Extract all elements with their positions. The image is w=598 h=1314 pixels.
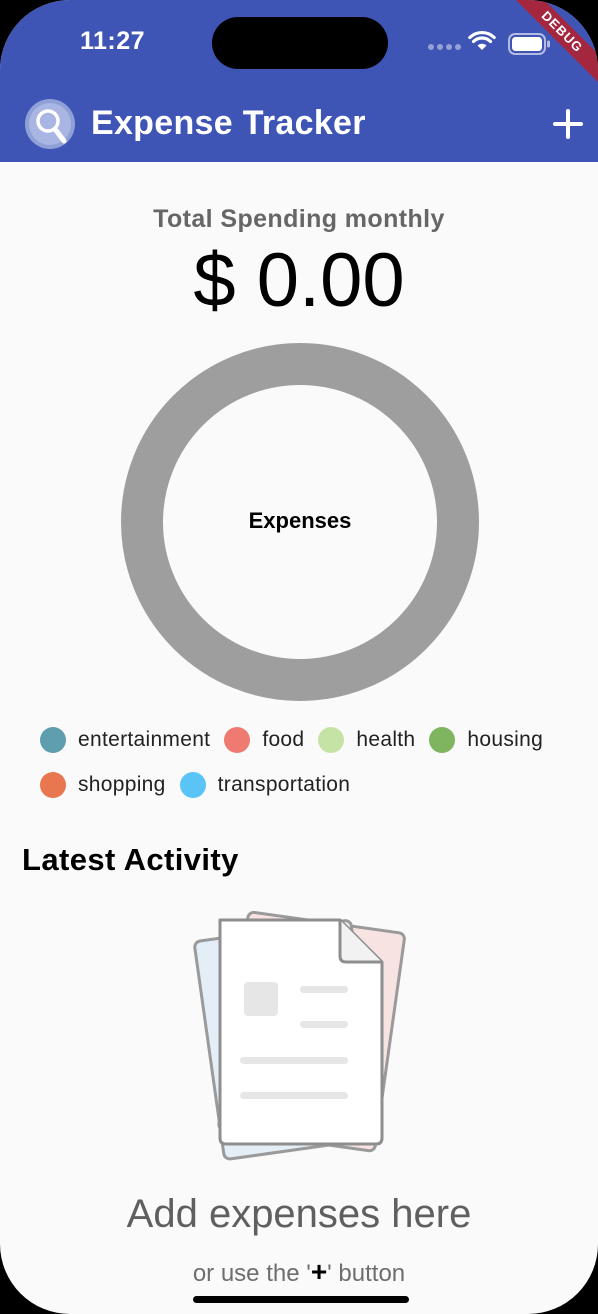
legend-dot — [179, 772, 206, 798]
latest-activity-title: Latest Activity — [22, 842, 239, 877]
legend-dot — [40, 727, 66, 753]
chart-legend-row: entertainment food health housing — [40, 727, 557, 753]
dynamic-island — [212, 17, 388, 69]
cellular-signal-icon — [428, 44, 461, 50]
legend-dot — [40, 772, 66, 798]
legend-label: shopping — [78, 773, 166, 796]
total-spending-value: $ 0.00 — [193, 238, 405, 323]
total-spending-label: Total Spending monthly — [153, 205, 445, 233]
legend-item-transportation: transportation — [179, 772, 351, 798]
wifi-icon — [468, 30, 496, 50]
legend-item-entertainment: entertainment — [40, 727, 210, 753]
app-bar: 11:27 DEBUG Expense Tracker — [0, 0, 598, 162]
legend-label: health — [356, 728, 416, 751]
battery-icon — [508, 33, 550, 55]
chart-legend-row: shopping transportation — [40, 772, 364, 798]
empty-state-title: Add expenses here — [126, 1192, 472, 1236]
legend-item-shopping: shopping — [40, 772, 166, 798]
legend-dot — [429, 727, 456, 753]
status-time: 11:27 — [80, 27, 146, 55]
legend-label: housing — [467, 728, 544, 751]
plus-icon: + — [310, 1256, 328, 1287]
legend-item-housing: housing — [429, 727, 543, 753]
empty-subtitle-prefix: or use the ' — [192, 1260, 311, 1287]
legend-dot — [318, 727, 345, 753]
legend-label: transportation — [217, 773, 351, 796]
empty-state-subtitle: or use the '+' button — [0, 1256, 598, 1288]
legend-item-food: food — [224, 727, 304, 753]
legend-label: food — [262, 728, 305, 751]
documents-icon — [193, 910, 406, 1161]
magnifier-icon — [25, 99, 75, 149]
legend-dot — [224, 727, 251, 753]
legend-label: entertainment — [78, 728, 211, 751]
add-expense-button[interactable] — [548, 104, 588, 144]
empty-subtitle-suffix: ' button — [327, 1260, 406, 1287]
chart-center-label: Expenses — [248, 508, 352, 533]
home-indicator[interactable] — [193, 1296, 409, 1303]
phone-screen: 11:27 DEBUG Expense Tracker Total Spendi… — [0, 0, 598, 1314]
legend-item-health: health — [318, 727, 415, 753]
app-title: Expense Tracker — [91, 104, 366, 142]
